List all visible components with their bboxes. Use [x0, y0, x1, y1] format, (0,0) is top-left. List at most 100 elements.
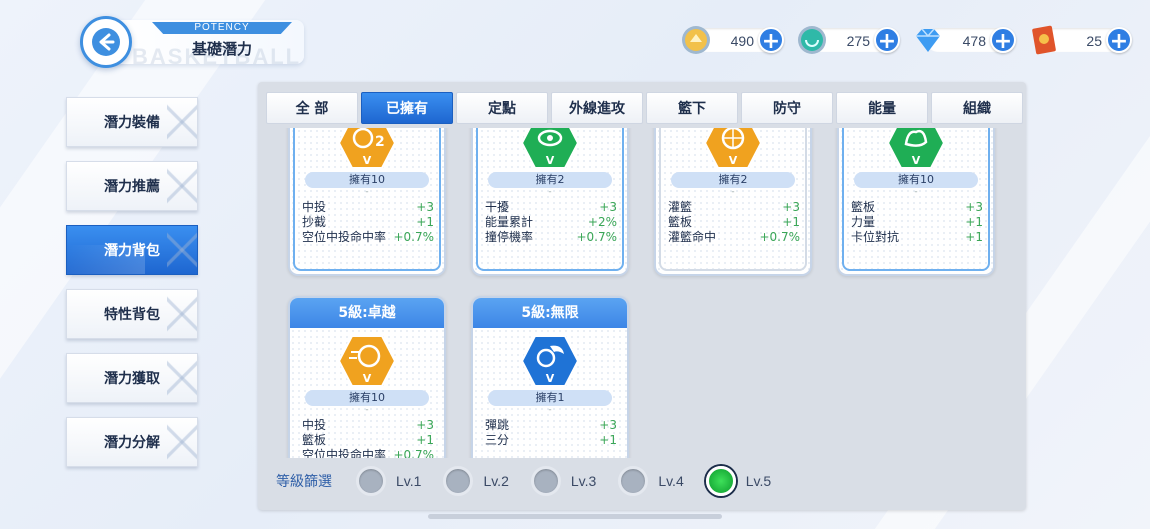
stat-row: 彈跳 +3: [485, 418, 617, 432]
sidebar-item-potency-acquire[interactable]: 潛力獲取: [66, 353, 198, 403]
potency-card[interactable]: V 擁有10 - 籃板 +3 力量 +1 卡位對抗 +1: [837, 128, 995, 276]
potency-card-grid[interactable]: 2V 擁有10 - 中投 +3 抄截 +1 空位中投命中率 +0.7% V 擁有2 -…: [278, 128, 1008, 458]
stat-row: 籃板 +3: [851, 200, 983, 214]
potency-card[interactable]: 5級:無限 V 擁有1 - 彈跳 +3 三分 +1: [471, 296, 629, 458]
svg-text:2: 2: [375, 134, 385, 150]
home-indicator: [428, 514, 722, 519]
tab-energy[interactable]: 能量: [836, 92, 928, 124]
add-ticket-button[interactable]: +: [1106, 27, 1132, 54]
back-button[interactable]: [80, 16, 132, 68]
stat-row: 中投 +3: [302, 418, 434, 432]
stat-list: 籃板 +3 力量 +1 卡位對抗 +1: [839, 196, 993, 245]
currency-value: 275: [846, 33, 870, 49]
stat-row: 能量累計 +2%: [485, 215, 617, 229]
flying-ball-icon: V: [520, 334, 580, 388]
grade-label: V: [546, 154, 555, 167]
stat-list: 干擾 +3 能量累計 +2% 撞停機率 +0.7%: [473, 196, 627, 245]
sidebar-item-potency-recommend[interactable]: 潛力推薦: [66, 161, 198, 211]
sidebar: 潛力裝備 潛力推薦 潛力背包 特性背包 潛力獲取 潛力分解: [66, 97, 198, 481]
radio-icon[interactable]: [618, 466, 649, 496]
stat-row: 空位中投命中率 +0.7%: [302, 230, 434, 244]
page-title: 基礎潛力: [191, 40, 252, 58]
teal-token-icon: [798, 26, 826, 54]
grade-label: V: [546, 372, 555, 385]
gold-coin-icon: [682, 26, 710, 54]
owned-count: 擁有2: [671, 172, 795, 188]
title-english: POTENCY: [152, 22, 292, 34]
sidebar-item-label: 特性背包: [104, 307, 160, 323]
diamond-icon: [916, 28, 940, 52]
grade-label: V: [363, 154, 372, 167]
add-diamond-button[interactable]: +: [990, 27, 1016, 54]
currency-bar: 490 + 275 + 478 + 25 +: [680, 24, 1132, 56]
sidebar-item-label: 潛力背包: [104, 243, 160, 259]
stat-row: 撞停機率 +0.7%: [485, 230, 617, 244]
stat-row: 灌籃命中 +0.7%: [668, 230, 800, 244]
owned-count: 擁有10: [305, 172, 429, 188]
muscle-icon: V: [886, 128, 946, 170]
grade-label: V: [729, 154, 738, 167]
potency-card[interactable]: 5級:卓越 V 擁有10 - 中投 +3 籃板 +1 空位中投命中率 +0.7%: [288, 296, 446, 458]
card-header: 5級:卓越: [290, 298, 444, 328]
stat-list: 中投 +3 籃板 +1 空位中投命中率 +0.7%: [290, 414, 444, 458]
dunk-ball-icon: V: [703, 128, 763, 170]
radio-icon[interactable]: [443, 466, 474, 496]
radio-icon[interactable]: [356, 466, 386, 496]
basketball-shot-2-icon: 2V: [337, 128, 397, 170]
stat-row: 灌籃 +3: [668, 200, 800, 214]
owned-count: 擁有10: [854, 172, 978, 188]
potency-card[interactable]: V 擁有2 - 灌籃 +3 籃板 +1 灌籃命中 +0.7%: [654, 128, 812, 276]
tab-spot[interactable]: 定點: [456, 92, 548, 124]
stat-list: 彈跳 +3 三分 +1: [473, 414, 627, 448]
owned-count: 擁有1: [488, 390, 612, 406]
stat-row: 卡位對抗 +1: [851, 230, 983, 244]
sidebar-item-label: 潛力分解: [104, 435, 160, 451]
stat-row: 力量 +1: [851, 215, 983, 229]
level-filter: 等級篩選 Lv.1 Lv.2 Lv.3 Lv.4 Lv.5: [276, 466, 793, 496]
stat-row: 干擾 +3: [485, 200, 617, 214]
stat-list: 灌籃 +3 籃板 +1 灌籃命中 +0.7%: [656, 196, 810, 245]
currency-value: 478: [962, 33, 986, 49]
potency-card[interactable]: 2V 擁有10 - 中投 +3 抄截 +1 空位中投命中率 +0.7%: [288, 128, 446, 276]
stat-row: 中投 +3: [302, 200, 434, 214]
currency-gold: 490 +: [680, 24, 784, 56]
currency-diamond: 478 +: [912, 24, 1016, 56]
tab-playmaking[interactable]: 組織: [931, 92, 1023, 124]
sidebar-item-potency-bag[interactable]: 潛力背包: [66, 225, 198, 275]
sidebar-item-label: 潛力獲取: [104, 371, 160, 387]
sidebar-item-trait-bag[interactable]: 特性背包: [66, 289, 198, 339]
owned-count: 擁有2: [488, 172, 612, 188]
card-header: 5級:無限: [473, 298, 627, 328]
grade-label: V: [912, 154, 921, 167]
tab-owned[interactable]: 已擁有: [361, 92, 453, 124]
level-filter-label: 等級篩選: [276, 474, 332, 490]
sidebar-item-potency-decompose[interactable]: 潛力分解: [66, 417, 198, 467]
owned-count: 擁有10: [305, 390, 429, 406]
radio-icon[interactable]: [530, 466, 561, 496]
currency-ticket: 25 +: [1028, 24, 1132, 56]
potency-card[interactable]: V 擁有2 - 干擾 +3 能量累計 +2% 撞停機率 +0.7%: [471, 128, 629, 276]
add-teal-button[interactable]: +: [874, 27, 900, 54]
sidebar-item-label: 潛力推薦: [104, 179, 160, 195]
level-option-3[interactable]: Lv.3: [530, 466, 596, 496]
tab-defense[interactable]: 防守: [741, 92, 833, 124]
tab-all[interactable]: 全 部: [266, 92, 358, 124]
tab-perimeter-offense[interactable]: 外線進攻: [551, 92, 643, 124]
sidebar-item-potency-equip[interactable]: 潛力裝備: [66, 97, 198, 147]
level-option-5[interactable]: Lv.5: [705, 466, 771, 496]
grade-label: V: [363, 372, 372, 385]
stat-row: 空位中投命中率 +0.7%: [302, 448, 434, 458]
stat-row: 抄截 +1: [302, 215, 434, 229]
radio-selected-icon[interactable]: [705, 466, 736, 496]
eye-hand-icon: V: [520, 128, 580, 170]
stat-row: 三分 +1: [485, 433, 617, 447]
level-option-1[interactable]: Lv.1: [356, 466, 421, 496]
level-option-4[interactable]: Lv.4: [618, 466, 684, 496]
title-plate: BASKETBALL POTENCY 基礎潛力: [112, 20, 304, 64]
tab-inside[interactable]: 籃下: [646, 92, 738, 124]
currency-teal: 275 +: [796, 24, 900, 56]
level-option-2[interactable]: Lv.2: [443, 466, 509, 496]
card-ticket-icon: [1032, 25, 1056, 55]
add-gold-button[interactable]: +: [758, 27, 784, 54]
currency-value: 490: [730, 33, 754, 49]
